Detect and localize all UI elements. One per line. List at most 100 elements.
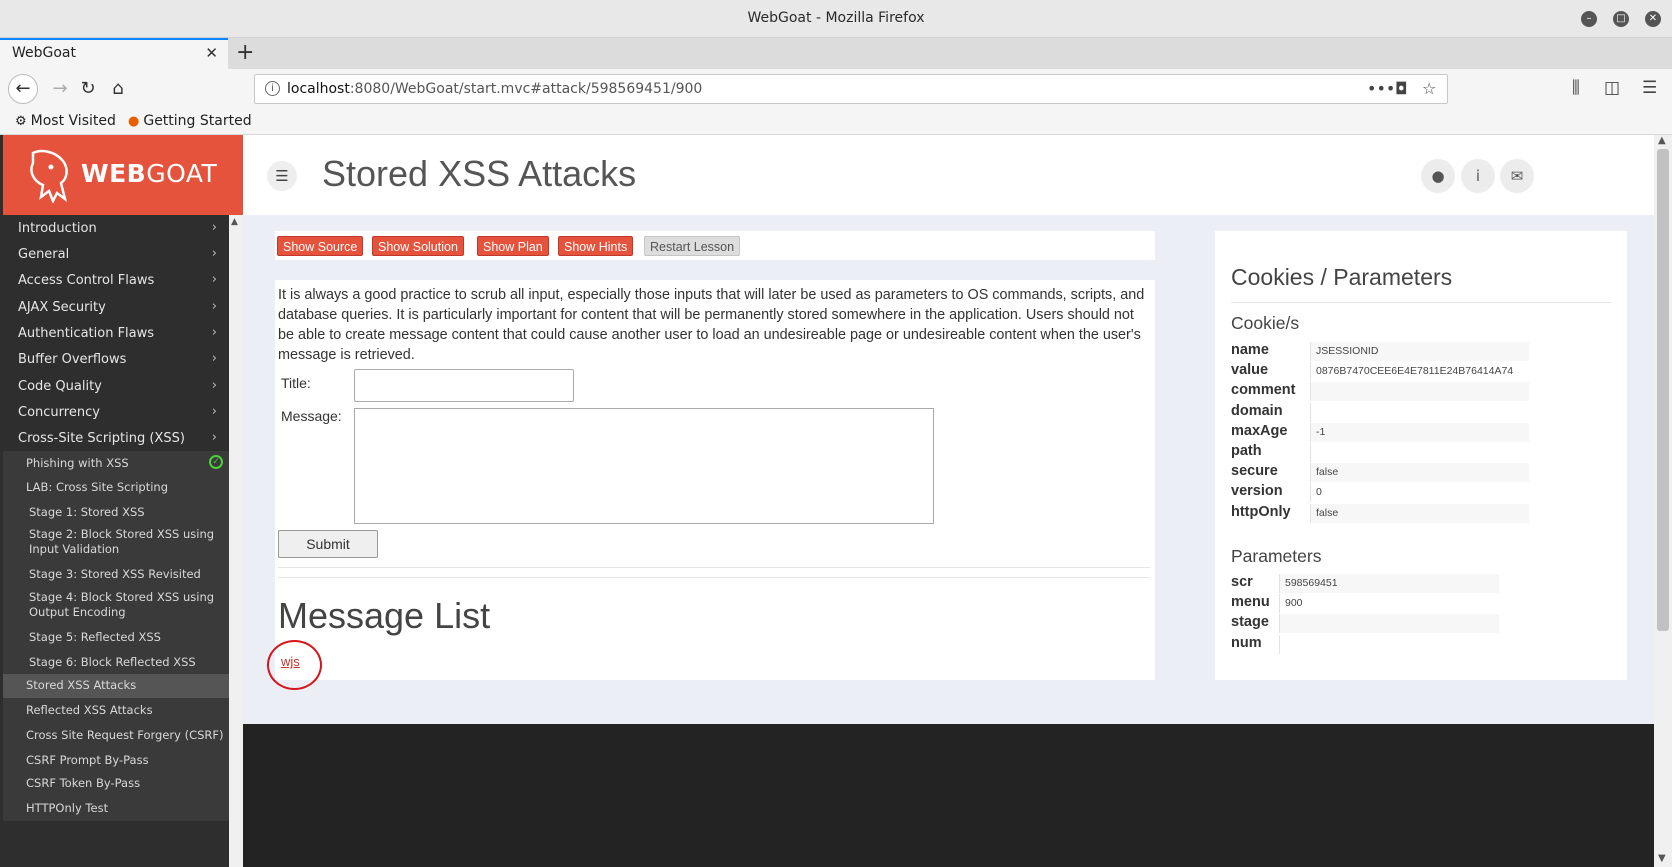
window-titlebar: WebGoat - Mozilla Firefox – □ ✕ xyxy=(0,0,1672,38)
menu-icon[interactable]: ☰ xyxy=(1642,78,1657,98)
menu-item-buffer-overflows[interactable]: Buffer Overflows › xyxy=(3,346,229,374)
submenu-item-csrf-prompt[interactable]: CSRF Prompt By-Pass xyxy=(3,748,229,772)
tab-webgoat[interactable]: WebGoat ✕ xyxy=(0,38,228,69)
page-header: ☰ Stored XSS Attacks ● i ✉ xyxy=(243,135,1654,215)
chevron-right-icon: › xyxy=(211,299,217,314)
site-info-icon[interactable]: i xyxy=(265,81,280,96)
page-footer xyxy=(243,724,1654,867)
restart-lesson-button[interactable]: Restart Lesson xyxy=(644,236,741,256)
cookies-heading: Cookie/s xyxy=(1231,313,1300,333)
chevron-right-icon: › xyxy=(211,325,217,340)
firefox-icon: ● xyxy=(128,114,140,129)
bookmark-most-visited[interactable]: ⚙ Most Visited xyxy=(15,113,116,129)
minimize-icon[interactable]: – xyxy=(1581,11,1597,27)
cookies-parameters-heading: Cookies / Parameters xyxy=(1231,264,1453,290)
lesson-description: It is always a good practice to scrub al… xyxy=(278,287,1145,363)
envelope-icon[interactable]: ✉ xyxy=(1500,159,1534,193)
submenu-item-stage-3[interactable]: Stage 3: Stored XSS Revisited xyxy=(3,563,229,587)
message-list-title: Message List xyxy=(278,595,491,636)
gear-icon: ⚙ xyxy=(15,114,27,129)
chevron-right-icon: › xyxy=(211,430,217,445)
chevron-right-icon: › xyxy=(211,246,217,261)
submenu-item-stage-6[interactable]: Stage 6: Block Reflected XSS xyxy=(3,650,229,674)
chevron-right-icon: › xyxy=(211,272,217,287)
submenu-item-stored-xss[interactable]: Stored XSS Attacks xyxy=(3,674,229,698)
submenu-item-csrf-token[interactable]: CSRF Token By-Pass xyxy=(3,772,229,796)
scroll-down-icon[interactable]: ▼ xyxy=(1658,853,1666,864)
close-window-icon[interactable]: ✕ xyxy=(1645,11,1661,27)
library-icon[interactable]: ⫼ xyxy=(1572,78,1580,98)
lesson-button-bar: Show Source Show Solution Show Plan Show… xyxy=(275,231,1155,260)
user-icon[interactable]: ● xyxy=(1421,159,1455,193)
page-scrollbar[interactable]: ▲ ▼ xyxy=(1654,135,1672,867)
lesson-sidebar: WEBGOAT Introduction › General › Access Co… xyxy=(0,135,243,867)
tab-close-icon[interactable]: ✕ xyxy=(205,44,218,62)
info-icon[interactable]: i xyxy=(1461,159,1495,193)
webgoat-logo[interactable]: WEBGOAT xyxy=(3,135,243,215)
submenu-item-csrf[interactable]: Cross Site Request Forgery (CSRF) xyxy=(3,723,229,748)
message-textarea[interactable] xyxy=(354,408,934,524)
show-plan-button[interactable]: Show Plan xyxy=(477,236,549,256)
title-label: Title: xyxy=(281,375,311,391)
cookies-parameters-panel: Cookies / Parameters Cookie/s name JSESSI… xyxy=(1215,231,1627,680)
submenu-item-stage-4[interactable]: Stage 4: Block Stored XSS using Output E… xyxy=(3,587,229,626)
menu-item-general[interactable]: General › xyxy=(3,241,229,269)
hamburger-icon[interactable]: ☰ xyxy=(267,161,297,191)
tab-bar: WebGoat ✕ + xyxy=(0,38,1672,69)
submenu-item-stage-1[interactable]: Stage 1: Stored XSS xyxy=(3,500,229,524)
sidebar-scrollbar[interactable]: ▲ xyxy=(229,215,243,867)
submenu-item-stage-2[interactable]: Stage 2: Block Stored XSS using Input Va… xyxy=(3,524,229,563)
menu-item-ajax-security[interactable]: AJAX Security › xyxy=(3,294,229,322)
message-label: Message: xyxy=(281,408,342,424)
show-hints-button[interactable]: Show Hints xyxy=(558,236,634,256)
menu-item-authentication[interactable]: Authentication Flaws › xyxy=(3,320,229,348)
goat-icon xyxy=(30,149,68,203)
annotation-circle xyxy=(267,640,322,690)
brand-name: WEBGOAT xyxy=(81,159,218,188)
new-tab-icon[interactable]: + xyxy=(236,40,254,65)
maximize-icon[interactable]: □ xyxy=(1613,11,1629,27)
pocket-icon[interactable]: ◘ xyxy=(1395,79,1408,98)
reload-icon[interactable]: ↻ xyxy=(74,75,102,103)
forward-icon[interactable]: → xyxy=(46,75,74,103)
window-title: WebGoat - Mozilla Firefox xyxy=(747,10,925,26)
chevron-right-icon: › xyxy=(211,378,217,393)
menu-item-xss[interactable]: Cross-Site Scripting (XSS) › xyxy=(3,425,229,453)
url-bar[interactable]: i localhost:8080/WebGoat/start.mvc#attac… xyxy=(254,74,1448,104)
menu-item-code-quality[interactable]: Code Quality › xyxy=(3,373,229,401)
home-icon[interactable]: ⌂ xyxy=(104,75,132,103)
bookmarks-toolbar: ⚙ Most Visited ● Getting Started xyxy=(0,109,1672,135)
submit-button[interactable]: Submit xyxy=(278,530,378,558)
divider xyxy=(1231,302,1611,303)
lesson-menu: Introduction › General › Access Control Fl… xyxy=(3,215,229,867)
navigation-toolbar: ← → ↻ ⌂ i localhost:8080/WebGoat/start.m… xyxy=(0,69,1672,109)
submenu-item-stage-5[interactable]: Stage 5: Reflected XSS xyxy=(3,626,229,650)
menu-item-introduction[interactable]: Introduction › xyxy=(3,215,229,243)
url-text[interactable]: localhost:8080/WebGoat/start.mvc#attack/… xyxy=(287,81,702,97)
lesson-content: It is always a good practice to scrub al… xyxy=(267,280,1155,690)
menu-item-concurrency[interactable]: Concurrency › xyxy=(3,399,229,427)
submenu-item-httponly[interactable]: HTTPOnly Test xyxy=(3,796,229,821)
scrollbar-thumb[interactable] xyxy=(1657,149,1669,631)
divider xyxy=(278,577,1150,578)
webgoat-page: WEBGOAT Introduction › General › Access Co… xyxy=(0,135,1672,867)
back-icon[interactable]: ← xyxy=(8,74,38,104)
submenu-item-lab-xss[interactable]: LAB: Cross Site Scripting xyxy=(3,476,229,500)
show-source-button[interactable]: Show Source xyxy=(277,236,364,256)
sidebar-toggle-icon[interactable]: ◫ xyxy=(1604,78,1620,98)
page-actions-icon[interactable]: ••• xyxy=(1367,79,1395,98)
show-solution-button[interactable]: Show Solution xyxy=(372,236,464,256)
submenu-item-phishing-xss[interactable]: Phishing with XSS ✓ xyxy=(3,451,229,476)
tab-label: WebGoat xyxy=(12,45,77,61)
page-title: Stored XSS Attacks xyxy=(322,153,637,194)
scroll-up-icon[interactable]: ▲ xyxy=(231,217,238,227)
bookmark-getting-started[interactable]: ● Getting Started xyxy=(128,113,252,129)
menu-item-access-control[interactable]: Access Control Flaws › xyxy=(3,267,229,295)
scroll-up-icon[interactable]: ▲ xyxy=(1658,135,1666,146)
submenu-item-reflected-xss[interactable]: Reflected XSS Attacks xyxy=(3,698,229,723)
bookmark-star-icon[interactable]: ☆ xyxy=(1422,79,1436,98)
chevron-right-icon: › xyxy=(211,404,217,419)
title-input[interactable] xyxy=(354,369,574,402)
completed-check-icon: ✓ xyxy=(209,455,223,469)
divider xyxy=(278,567,1150,568)
